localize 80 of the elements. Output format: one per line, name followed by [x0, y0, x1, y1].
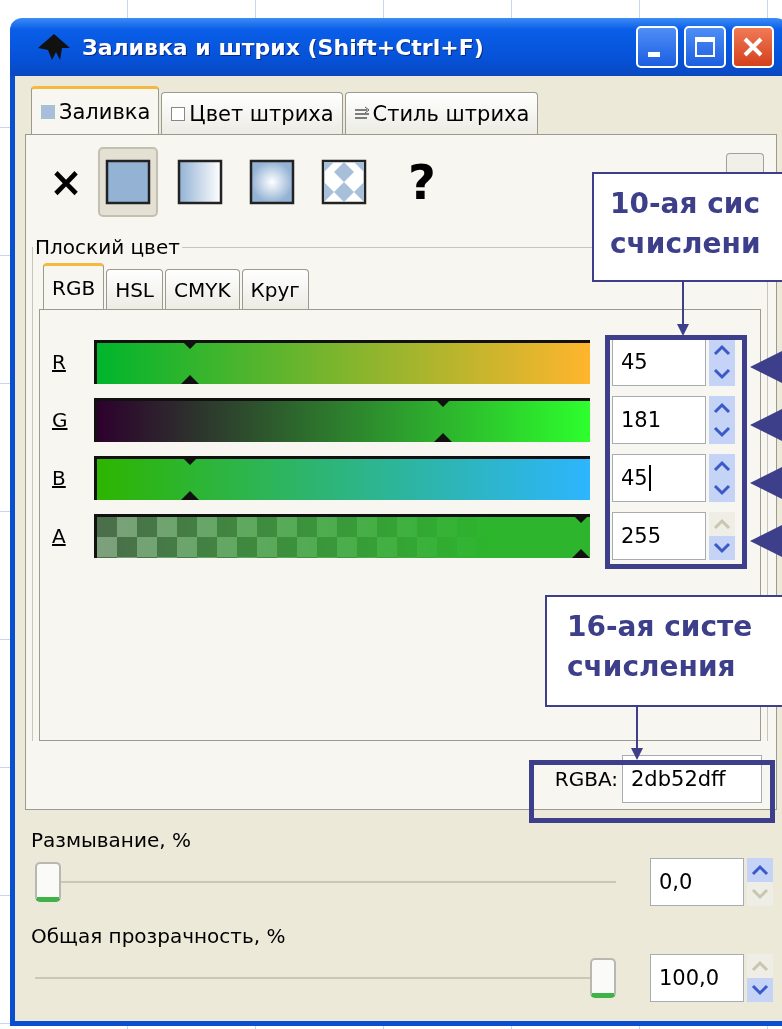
channel-label: R [52, 350, 67, 374]
color-slider[interactable] [94, 340, 590, 384]
spin-up-button[interactable] [709, 396, 735, 420]
flat-swatch-icon [104, 158, 152, 206]
chevron-down-icon [713, 426, 731, 438]
minimize-button[interactable] [636, 26, 678, 68]
chevron-up-icon [713, 460, 731, 472]
radial-swatch-icon [248, 158, 296, 206]
callout-text: 16-ая систе счисления [545, 595, 782, 707]
color-slider[interactable] [94, 514, 590, 558]
square-icon [40, 103, 56, 120]
pointer-arrow [750, 351, 782, 383]
input-field[interactable]: 2db52dff [622, 755, 762, 803]
arrow [631, 706, 643, 760]
close-button[interactable] [732, 26, 774, 68]
spin-up-button[interactable] [709, 454, 735, 478]
chevron-up-icon [713, 518, 731, 530]
slider-thumb[interactable] [590, 958, 616, 998]
spin-down-button[interactable] [709, 478, 735, 502]
spin-down-button[interactable] [747, 978, 773, 1002]
spin-up-button[interactable] [709, 338, 735, 362]
pointer-arrow [750, 525, 782, 557]
input-field[interactable]: 100,0 [650, 954, 744, 1002]
input-field[interactable]: 45 [612, 338, 706, 386]
slider-marker[interactable] [572, 514, 590, 558]
callout-text: 10-ая сис счислени [592, 172, 782, 282]
flat-color-button[interactable] [98, 147, 158, 217]
tab[interactable]: Заливка [31, 86, 160, 134]
channel-label: A [52, 524, 67, 548]
slider-label: Общая прозрачность, % [31, 924, 287, 950]
tab[interactable]: CMYK [165, 269, 240, 309]
pattern-swatch-icon [320, 158, 368, 206]
slider-thumb[interactable] [35, 862, 61, 902]
close-icon [741, 35, 765, 59]
chevron-up-icon [751, 960, 769, 972]
maximize-button[interactable] [684, 26, 726, 68]
color-slider[interactable] [94, 398, 590, 442]
tab[interactable]: Цвет штриха [161, 92, 343, 134]
frame-label: Плоский цвет [34, 235, 181, 259]
input-field[interactable]: 181 [612, 396, 706, 444]
arrow [677, 280, 689, 336]
spin-down-button[interactable] [709, 536, 735, 560]
slider-label: Размывание, % [31, 828, 192, 854]
window-title: Заливка и штрих (Shift+Ctrl+F) [82, 34, 485, 60]
chevron-down-icon [751, 888, 769, 900]
no-paint-button[interactable]: × [46, 147, 86, 217]
spin-down-button[interactable] [709, 420, 735, 444]
tab[interactable]: Стиль штриха [344, 92, 539, 134]
chevron-down-icon [751, 984, 769, 996]
square-button[interactable] [726, 153, 764, 173]
chevron-down-icon [713, 484, 731, 496]
input-field[interactable]: 0,0 [650, 858, 744, 906]
pointer-arrow [750, 467, 782, 499]
channel-label: G [52, 408, 69, 432]
input-field[interactable]: 255 [612, 512, 706, 560]
slider-marker[interactable] [180, 340, 199, 384]
spin-up-button[interactable] [747, 858, 773, 882]
chevron-down-icon [713, 368, 731, 380]
linear-swatch-icon [176, 158, 224, 206]
app-icon [36, 32, 72, 62]
slider-marker[interactable] [180, 456, 199, 500]
minimize-icon [648, 51, 660, 57]
chevron-up-icon [713, 402, 731, 414]
pointer-arrow [750, 409, 782, 441]
empty-square-icon [170, 105, 187, 122]
chevron-up-icon [751, 864, 769, 876]
tab[interactable]: RGB [43, 263, 105, 309]
channel-label: B [52, 466, 67, 490]
rgba-label: RGBA: [554, 767, 618, 791]
chevron-down-icon [713, 542, 731, 554]
input-field[interactable]: 45 [612, 454, 706, 502]
lines-icon [353, 105, 370, 122]
unset-paint-button[interactable]: ? [402, 147, 442, 217]
spin-down-button[interactable] [709, 362, 735, 386]
tab[interactable]: Круг [241, 269, 309, 309]
tab[interactable]: HSL [106, 269, 163, 309]
color-slider[interactable] [94, 456, 590, 500]
slider-marker[interactable] [434, 398, 453, 442]
maximize-icon [693, 35, 717, 59]
chevron-up-icon [713, 344, 731, 356]
